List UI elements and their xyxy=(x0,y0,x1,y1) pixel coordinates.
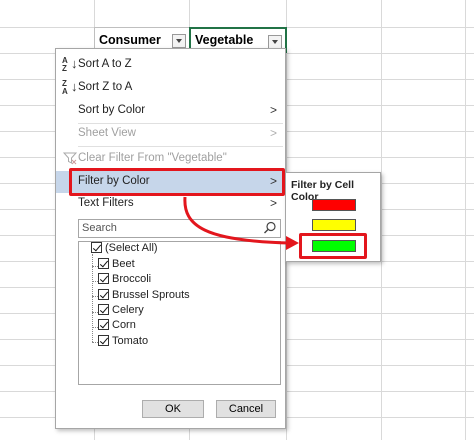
menu-item-label: Sort A to Z xyxy=(78,58,132,70)
list-item-label: Tomato xyxy=(112,335,149,347)
header-label: Consumer xyxy=(99,33,161,47)
search-input[interactable]: Search xyxy=(78,219,281,238)
chevron-right-icon: > xyxy=(269,126,277,140)
chevron-right-icon: > xyxy=(269,174,277,188)
chevron-right-icon: > xyxy=(269,103,277,117)
checkbox-checked[interactable] xyxy=(98,273,109,284)
list-item-label: (Select All) xyxy=(105,242,158,254)
menu-item-clear-filter: Clear Filter From "Vegetable" xyxy=(56,148,285,170)
menu-item-sort-a-to-z[interactable]: A Z ↓ Sort A to Z xyxy=(56,54,285,76)
menu-separator xyxy=(78,146,283,147)
list-item-select-all[interactable]: (Select All) xyxy=(91,242,158,257)
menu-item-sort-z-to-a[interactable]: Z A ↓ Sort Z to A xyxy=(56,77,285,99)
cancel-button[interactable]: Cancel xyxy=(216,400,276,418)
clear-filter-funnel-icon xyxy=(63,152,77,165)
menu-item-sort-by-color[interactable]: Sort by Color > xyxy=(56,100,285,122)
menu-item-label: Sort Z to A xyxy=(78,81,133,93)
ok-button[interactable]: OK xyxy=(142,400,204,418)
checkbox-checked[interactable] xyxy=(98,289,109,300)
list-item[interactable]: Beet xyxy=(98,258,135,273)
menu-item-label: Text Filters xyxy=(78,197,134,209)
list-item-label: Brussel Sprouts xyxy=(112,289,190,301)
menu-item-sheet-view: Sheet View > xyxy=(56,123,285,145)
list-item-label: Broccoli xyxy=(112,273,152,285)
filter-values-list: (Select All) Beet Broccoli Brussel Sprou… xyxy=(78,241,281,385)
checkbox-checked[interactable] xyxy=(98,335,109,346)
list-item[interactable]: Tomato xyxy=(98,335,148,350)
list-item[interactable]: Celery xyxy=(98,304,144,319)
search-placeholder: Search xyxy=(82,222,117,234)
menu-item-label: Clear Filter From "Vegetable" xyxy=(78,152,227,164)
menu-item-label: Sort by Color xyxy=(78,104,146,116)
color-swatch-yellow[interactable] xyxy=(312,219,356,231)
filter-by-cell-color-submenu: Filter by Cell Color xyxy=(285,172,381,262)
filter-dropdown-button[interactable] xyxy=(268,35,282,49)
list-item[interactable]: Brussel Sprouts xyxy=(98,289,190,304)
checkbox-checked[interactable] xyxy=(98,319,109,330)
color-swatch-red[interactable] xyxy=(312,199,356,211)
checkbox-checked[interactable] xyxy=(98,304,109,315)
header-label: Vegetable xyxy=(195,33,254,47)
chevron-right-icon: > xyxy=(269,196,277,210)
search-icon xyxy=(264,221,276,234)
list-item-label: Beet xyxy=(112,258,135,270)
filter-dropdown-button[interactable] xyxy=(172,34,186,48)
menu-item-label: Filter by Color xyxy=(78,175,150,187)
list-item[interactable]: Broccoli xyxy=(98,273,151,288)
list-item-label: Celery xyxy=(112,304,144,316)
menu-item-label: Sheet View xyxy=(78,127,136,139)
checkbox-checked[interactable] xyxy=(91,242,102,253)
color-swatch-green[interactable] xyxy=(312,240,356,252)
list-item-label: Corn xyxy=(112,319,136,331)
menu-item-text-filters[interactable]: Text Filters > xyxy=(56,193,285,215)
list-item[interactable]: Corn xyxy=(98,319,136,334)
menu-item-filter-by-color[interactable]: Filter by Color > xyxy=(56,171,285,193)
checkbox-checked[interactable] xyxy=(98,258,109,269)
